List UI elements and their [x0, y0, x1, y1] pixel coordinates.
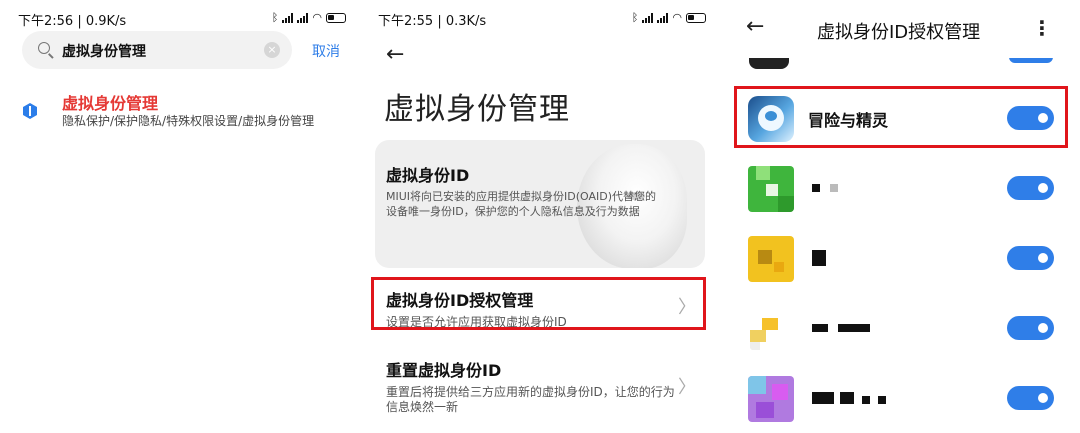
- chevron-right-icon: 〉: [678, 377, 696, 398]
- highlight-box: [734, 86, 1068, 148]
- app-row: [720, 228, 1080, 288]
- wifi-icon: ◠: [672, 11, 682, 24]
- redacted-app-name-2: [830, 184, 838, 192]
- more-options-icon[interactable]: ⋮: [1032, 16, 1052, 40]
- toggle-knob: [1038, 393, 1048, 403]
- permission-toggle[interactable]: [1007, 176, 1054, 200]
- status-icons: ᛒ ◠: [632, 11, 706, 24]
- card-title: 虚拟身份ID: [386, 166, 470, 185]
- redacted-app-name: [812, 250, 826, 266]
- bluetooth-icon: ᛒ: [631, 11, 639, 24]
- back-arrow-icon[interactable]: ←: [386, 42, 404, 67]
- status-time: 下午2:55 | 0.3K/s: [378, 14, 487, 29]
- redacted-app-name: [812, 392, 834, 404]
- highlight-box: [371, 277, 706, 330]
- card-description: MIUI将向已安装的应用提供虚拟身份ID(OAID)代替您的设备唯一身份ID，保…: [386, 190, 657, 218]
- search-result-item[interactable]: 虚拟身份管理 隐私保护/保护隐私/特殊权限设置/虚拟身份管理: [18, 90, 348, 134]
- signal-icon-2: [297, 12, 309, 23]
- app-bar: ← 虚拟身份ID授权管理 ⋮: [720, 0, 1080, 58]
- toggle-knob: [1038, 253, 1048, 263]
- signal-icon: [642, 12, 654, 23]
- signal-icon-2: [657, 12, 669, 23]
- authorization-list-screen: ← 虚拟身份ID授权管理 ⋮ 冒险与精灵: [720, 0, 1080, 433]
- app-icon-partial: [749, 57, 789, 69]
- redacted-app-name-2: [838, 324, 870, 332]
- item-title: 重置虚拟身份ID: [386, 361, 502, 380]
- search-query: 虚拟身份管理: [62, 44, 146, 60]
- app-icon: [748, 166, 794, 212]
- cancel-button[interactable]: 取消: [312, 41, 340, 61]
- status-time: 下午2:56 | 0.9K/s: [18, 14, 127, 29]
- permission-toggle[interactable]: [1007, 386, 1054, 410]
- bluetooth-icon: ᛒ: [271, 11, 279, 24]
- info-card: 虚拟身份ID MIUI将向已安装的应用提供虚拟身份ID(OAID)代替您的设备唯…: [375, 140, 705, 268]
- permission-toggle[interactable]: [1007, 246, 1054, 270]
- status-bar: 下午2:55 | 0.3K/s ᛒ ◠: [378, 8, 706, 29]
- signal-icon: [282, 12, 294, 23]
- battery-icon: [326, 12, 346, 23]
- permission-toggle[interactable]: [1007, 316, 1054, 340]
- redacted-app-name-4: [878, 396, 886, 404]
- app-icon: [748, 236, 794, 282]
- app-icon: [748, 306, 794, 352]
- page-title: 虚拟身份ID授权管理: [817, 22, 981, 43]
- page-title: 虚拟身份管理: [384, 92, 570, 127]
- search-result-path: 隐私保护/保护隐私/特殊权限设置/虚拟身份管理: [62, 114, 315, 128]
- wifi-icon: ◠: [312, 11, 322, 24]
- redacted-app-name: [812, 324, 828, 332]
- app-icon: [748, 376, 794, 422]
- shield-icon: [23, 103, 37, 119]
- redacted-app-name-3: [862, 396, 870, 404]
- search-icon: [38, 42, 50, 54]
- toggle-knob: [1038, 323, 1048, 333]
- back-arrow-icon[interactable]: ←: [746, 14, 764, 39]
- app-row: [720, 158, 1080, 218]
- search-input[interactable]: 虚拟身份管理 ×: [22, 31, 292, 69]
- search-screen: 下午2:56 | 0.9K/s ᛒ ◠ 虚拟身份管理 × 取消 虚拟身份管理 隐…: [0, 0, 360, 433]
- app-row: [720, 368, 1080, 428]
- item-subtitle: 重置后将提供给三方应用新的虚拟身份ID，让您的行为信息焕然一新: [386, 385, 675, 414]
- redacted-app-name-2: [840, 392, 854, 404]
- status-bar: 下午2:56 | 0.9K/s ᛒ ◠: [18, 8, 346, 29]
- app-row: [720, 298, 1080, 358]
- search-result-title: 虚拟身份管理: [62, 94, 159, 113]
- toggle-knob: [1038, 183, 1048, 193]
- battery-icon: [686, 12, 706, 23]
- virtual-identity-screen: 下午2:55 | 0.3K/s ᛒ ◠ ← 虚拟身份管理 虚拟身份ID MIUI…: [360, 0, 720, 433]
- clear-icon[interactable]: ×: [264, 42, 280, 58]
- status-icons: ᛒ ◠: [272, 11, 346, 24]
- reset-identity-item[interactable]: 重置虚拟身份ID 重置后将提供给三方应用新的虚拟身份ID，让您的行为信息焕然一新…: [386, 357, 696, 415]
- redacted-app-name: [812, 184, 820, 192]
